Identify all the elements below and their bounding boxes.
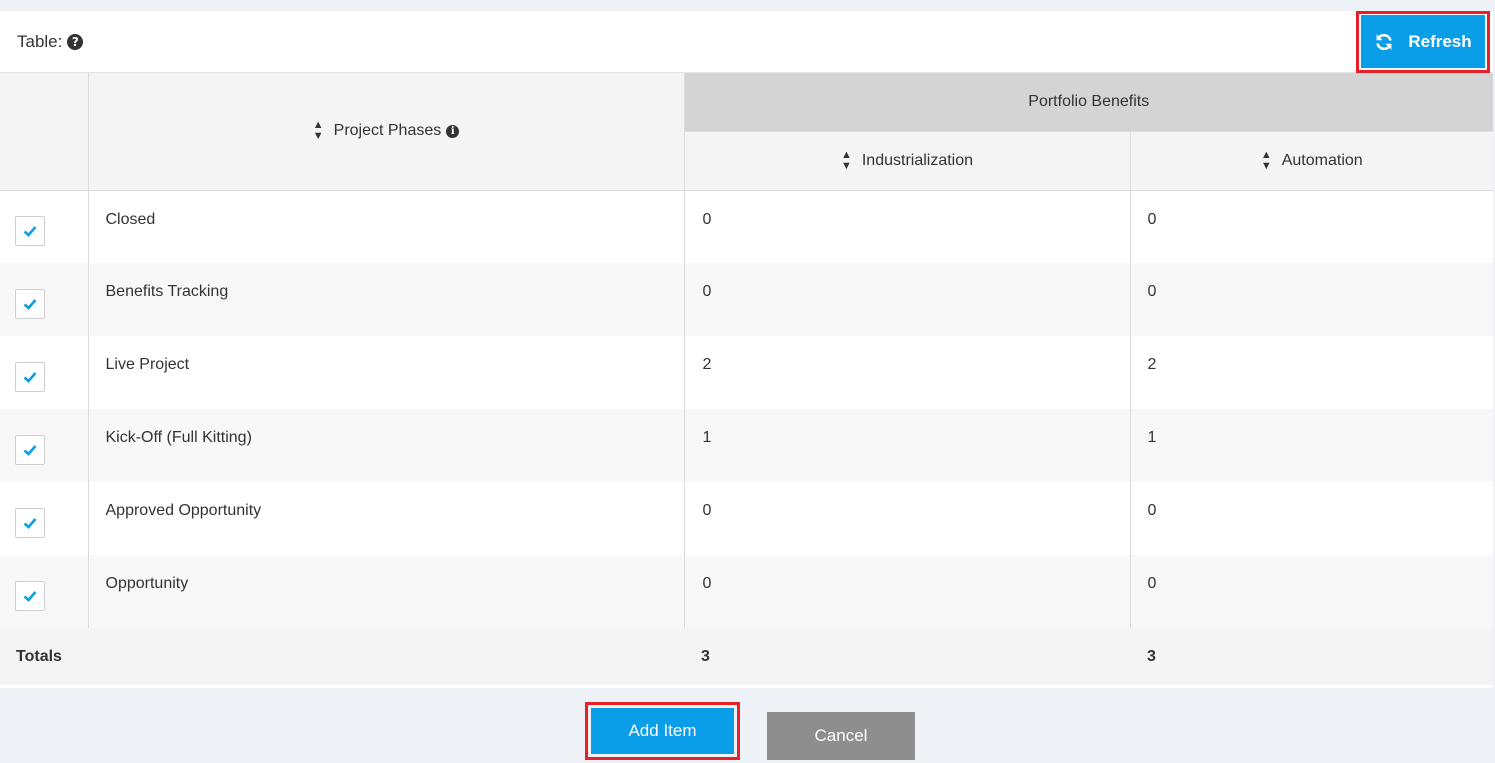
phase-cell: Approved Opportunity (88, 482, 685, 555)
phase-cell: Kick-Off (Full Kitting) (88, 409, 685, 482)
phase-cell: Closed (88, 190, 685, 263)
checkmark-icon (23, 371, 37, 383)
totals-label: Totals (0, 628, 684, 685)
table-body: Closed 0 0 Benefits Tracking 0 0 Live Pr… (0, 190, 1494, 685)
table-header: ▲ ▼ Project Phases i Portfolio Benefits ▲ ▼ I… (0, 73, 1494, 190)
panel-header: Table: ? Refresh (0, 10, 1493, 73)
row-checkbox[interactable] (15, 507, 45, 538)
checkmark-icon (23, 517, 37, 529)
industrialization-cell: 2 (684, 336, 1131, 409)
sort-icon[interactable]: ▲ ▼ (841, 149, 852, 172)
data-table: ▲ ▼ Project Phases i Portfolio Benefits ▲ ▼ I… (0, 73, 1494, 685)
sort-icon[interactable]: ▲ ▼ (313, 120, 324, 142)
table-row: Closed 0 0 (0, 190, 1494, 263)
automation-cell: 0 (1130, 482, 1494, 555)
panel-title-label: Table: (17, 31, 63, 51)
column-header-automation[interactable]: ▲ ▼ Automation (1130, 130, 1494, 190)
select-column-header (0, 73, 89, 190)
refresh-button[interactable]: Refresh (1361, 15, 1485, 68)
table-row: Benefits Tracking 0 0 (0, 263, 1494, 336)
table-row: Opportunity 0 0 (0, 555, 1494, 628)
checkmark-icon (23, 590, 37, 602)
add-item-button[interactable]: Add Item (591, 708, 734, 754)
checkmark-icon (23, 225, 37, 237)
automation-cell: 1 (1130, 409, 1494, 482)
sort-icon[interactable]: ▲ ▼ (1261, 149, 1272, 172)
refresh-highlight: Refresh (1356, 10, 1490, 73)
phase-cell: Benefits Tracking (88, 263, 685, 336)
row-checkbox[interactable] (15, 288, 45, 319)
row-checkbox[interactable] (15, 580, 45, 611)
panel-title: Table: ? (17, 31, 84, 52)
table-row: Approved Opportunity 0 0 (0, 482, 1494, 555)
add-item-highlight: Add Item (585, 702, 740, 760)
refresh-icon (1376, 33, 1393, 50)
industrialization-cell: 1 (684, 409, 1131, 482)
table-row: Kick-Off (Full Kitting) 1 1 (0, 409, 1494, 482)
checkmark-icon (23, 444, 37, 456)
automation-cell: 0 (1130, 555, 1494, 628)
row-checkbox[interactable] (15, 361, 45, 392)
table-panel: Table: ? Refresh ▲ ▼ Project Phases i Po… (0, 10, 1494, 688)
totals-automation: 3 (1130, 628, 1494, 685)
info-icon[interactable]: i (446, 124, 460, 138)
form-footer: Add Item Cancel (0, 702, 1495, 763)
totals-row: Totals 3 3 (0, 628, 1494, 685)
checkmark-icon (23, 298, 37, 310)
totals-industrialization: 3 (684, 628, 1130, 685)
phase-cell: Live Project (88, 336, 685, 409)
automation-cell: 0 (1130, 190, 1494, 263)
industrialization-cell: 0 (684, 482, 1131, 555)
table-row: Live Project 2 2 (0, 336, 1494, 409)
industrialization-cell: 0 (684, 263, 1131, 336)
column-header-project-phases[interactable]: ▲ ▼ Project Phases i (88, 73, 685, 190)
group-header-portfolio-benefits: Portfolio Benefits (684, 73, 1494, 131)
automation-cell: 0 (1130, 263, 1494, 336)
cancel-button[interactable]: Cancel (767, 712, 915, 760)
refresh-label: Refresh (1408, 31, 1472, 51)
row-checkbox[interactable] (15, 434, 45, 465)
automation-cell: 2 (1130, 336, 1494, 409)
row-checkbox[interactable] (15, 215, 45, 246)
question-circle-icon[interactable]: ? (67, 33, 84, 50)
column-header-industrialization[interactable]: ▲ ▼ Industrialization (684, 130, 1131, 190)
industrialization-cell: 0 (684, 555, 1131, 628)
industrialization-cell: 0 (684, 190, 1131, 263)
phase-cell: Opportunity (88, 555, 685, 628)
